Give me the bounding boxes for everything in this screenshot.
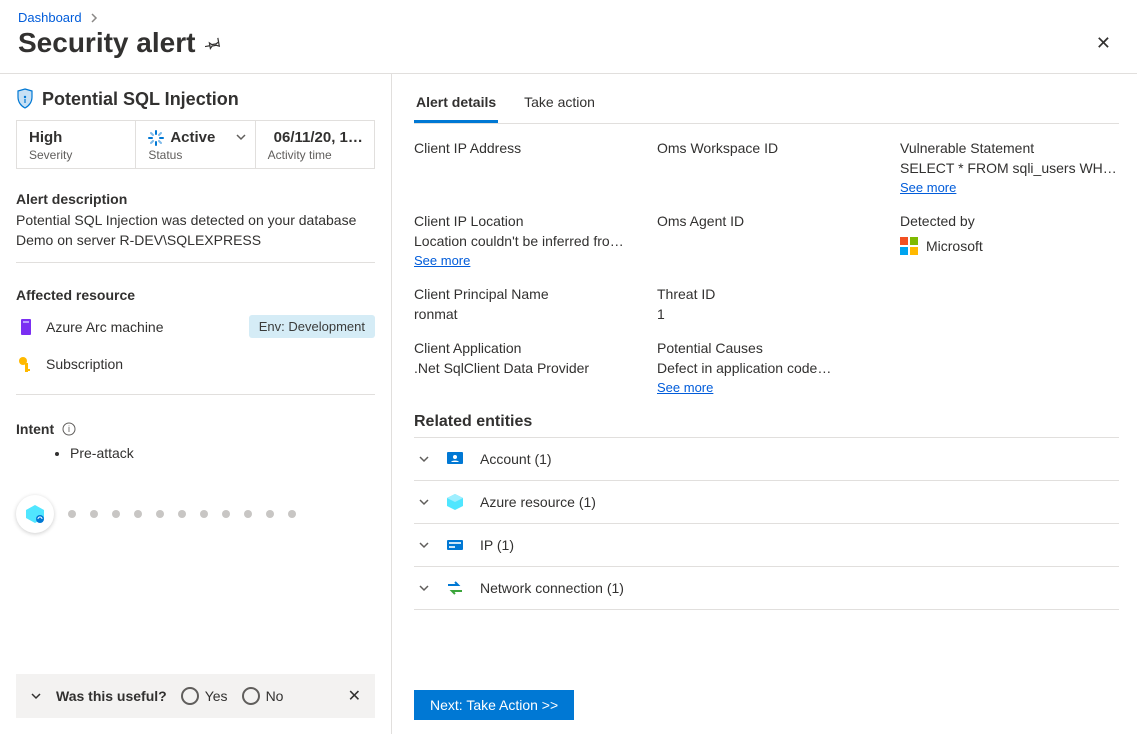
- tabs: Alert details Take action: [414, 88, 1119, 124]
- key-icon: [16, 354, 36, 374]
- feedback-bar: Was this useful? Yes No ✕: [16, 674, 375, 718]
- lbl-vuln-statement: Vulnerable Statement: [900, 140, 1119, 156]
- breadcrumb: Dashboard: [18, 10, 1119, 25]
- activity-value: 06/11/20, 1…: [274, 129, 362, 146]
- next-take-action-button[interactable]: Next: Take Action >>: [414, 690, 574, 720]
- val-potential-causes: Defect in application code…: [657, 360, 876, 376]
- related-row-network[interactable]: Network connection (1): [414, 567, 1119, 610]
- val-client-app: .Net SqlClient Data Provider: [414, 360, 633, 376]
- azure-resource-icon: [444, 491, 466, 513]
- intent-item: Pre-attack: [70, 445, 375, 461]
- affected-row-arc[interactable]: Azure Arc machine Env: Development: [16, 307, 375, 346]
- chevron-right-icon: [88, 12, 100, 24]
- breadcrumb-dashboard[interactable]: Dashboard: [18, 10, 82, 25]
- lbl-client-ip: Client IP Address: [414, 140, 633, 156]
- shield-alert-icon: [16, 88, 34, 110]
- activity-label: Activity time: [268, 148, 362, 162]
- feedback-yes[interactable]: Yes: [181, 687, 228, 705]
- related-row-label: Account (1): [480, 451, 552, 467]
- chevron-down-icon: [418, 582, 430, 594]
- chevron-down-icon: [418, 539, 430, 551]
- lbl-potential-causes: Potential Causes: [657, 340, 876, 356]
- metric-status[interactable]: Active Status: [135, 121, 254, 168]
- metric-activity: 06/11/20, 1… Activity time: [255, 121, 374, 168]
- severity-label: Severity: [29, 148, 123, 162]
- intent-timeline: [16, 495, 375, 533]
- see-more-vuln[interactable]: See more: [900, 180, 1119, 195]
- related-row-account[interactable]: Account (1): [414, 438, 1119, 481]
- related-row-label: IP (1): [480, 537, 514, 553]
- microsoft-logo-icon: [900, 237, 918, 255]
- account-icon: [444, 448, 466, 470]
- severity-value: High: [29, 129, 123, 146]
- val-threat-id: 1: [657, 306, 876, 322]
- val-detected-by: Microsoft: [926, 238, 983, 254]
- related-entities: Account (1) Azure resource (1) IP (1) Ne…: [414, 437, 1119, 610]
- active-icon: [148, 130, 164, 146]
- alert-name: Potential SQL Injection: [42, 89, 239, 110]
- network-connection-icon: [444, 577, 466, 599]
- related-row-ip[interactable]: IP (1): [414, 524, 1119, 567]
- val-client-principal: ronmat: [414, 306, 633, 322]
- env-chip: Env: Development: [249, 315, 375, 338]
- lbl-client-app: Client Application: [414, 340, 633, 356]
- lbl-oms-workspace: Oms Workspace ID: [657, 140, 876, 156]
- info-icon[interactable]: i: [62, 422, 76, 436]
- related-row-label: Network connection (1): [480, 580, 624, 596]
- chevron-down-icon: [235, 131, 247, 143]
- description-title: Alert description: [16, 191, 375, 207]
- chevron-down-icon[interactable]: [30, 690, 42, 702]
- lbl-detected-by: Detected by: [900, 213, 1119, 229]
- see-more-causes[interactable]: See more: [657, 380, 876, 395]
- affected-row-label: Subscription: [46, 356, 123, 372]
- feedback-no[interactable]: No: [242, 687, 284, 705]
- svg-text:i: i: [68, 424, 70, 434]
- lbl-threat-id: Threat ID: [657, 286, 876, 302]
- chevron-down-icon: [418, 453, 430, 465]
- close-icon[interactable]: ✕: [1088, 30, 1119, 56]
- affected-title: Affected resource: [16, 287, 375, 303]
- related-entities-title: Related entities: [414, 413, 1119, 431]
- see-more-loc[interactable]: See more: [414, 253, 633, 268]
- feedback-close-icon[interactable]: ✕: [348, 686, 361, 706]
- affected-row-label: Azure Arc machine: [46, 319, 164, 335]
- lbl-oms-agent: Oms Agent ID: [657, 213, 876, 229]
- status-value: Active: [170, 129, 215, 146]
- metric-severity: High Severity: [16, 121, 135, 168]
- server-icon: [16, 317, 36, 337]
- intent-list: Pre-attack: [16, 445, 375, 461]
- tab-alert-details[interactable]: Alert details: [414, 88, 498, 123]
- alert-metrics: High Severity Active Status: [16, 120, 375, 169]
- lbl-client-principal: Client Principal Name: [414, 286, 633, 302]
- val-client-ip-loc: Location couldn't be inferred from…: [414, 233, 633, 249]
- tab-take-action[interactable]: Take action: [522, 88, 597, 123]
- lbl-client-ip-loc: Client IP Location: [414, 213, 633, 229]
- chevron-down-icon: [418, 496, 430, 508]
- timeline-start-icon: [16, 495, 54, 533]
- val-vuln-statement: SELECT * FROM sqli_users WHERE…: [900, 160, 1119, 176]
- feedback-question: Was this useful?: [56, 688, 167, 704]
- details-grid: Client IP Address Oms Workspace ID Vulne…: [414, 140, 1119, 395]
- description-body: Potential SQL Injection was detected on …: [16, 211, 375, 250]
- status-label: Status: [148, 148, 242, 162]
- affected-row-subscription[interactable]: Subscription: [16, 346, 375, 382]
- page-title: Security alert: [18, 27, 195, 59]
- related-row-label: Azure resource (1): [480, 494, 596, 510]
- related-row-azure-resource[interactable]: Azure resource (1): [414, 481, 1119, 524]
- intent-title: Intent: [16, 421, 54, 437]
- pin-icon[interactable]: [205, 35, 221, 51]
- ip-icon: [444, 534, 466, 556]
